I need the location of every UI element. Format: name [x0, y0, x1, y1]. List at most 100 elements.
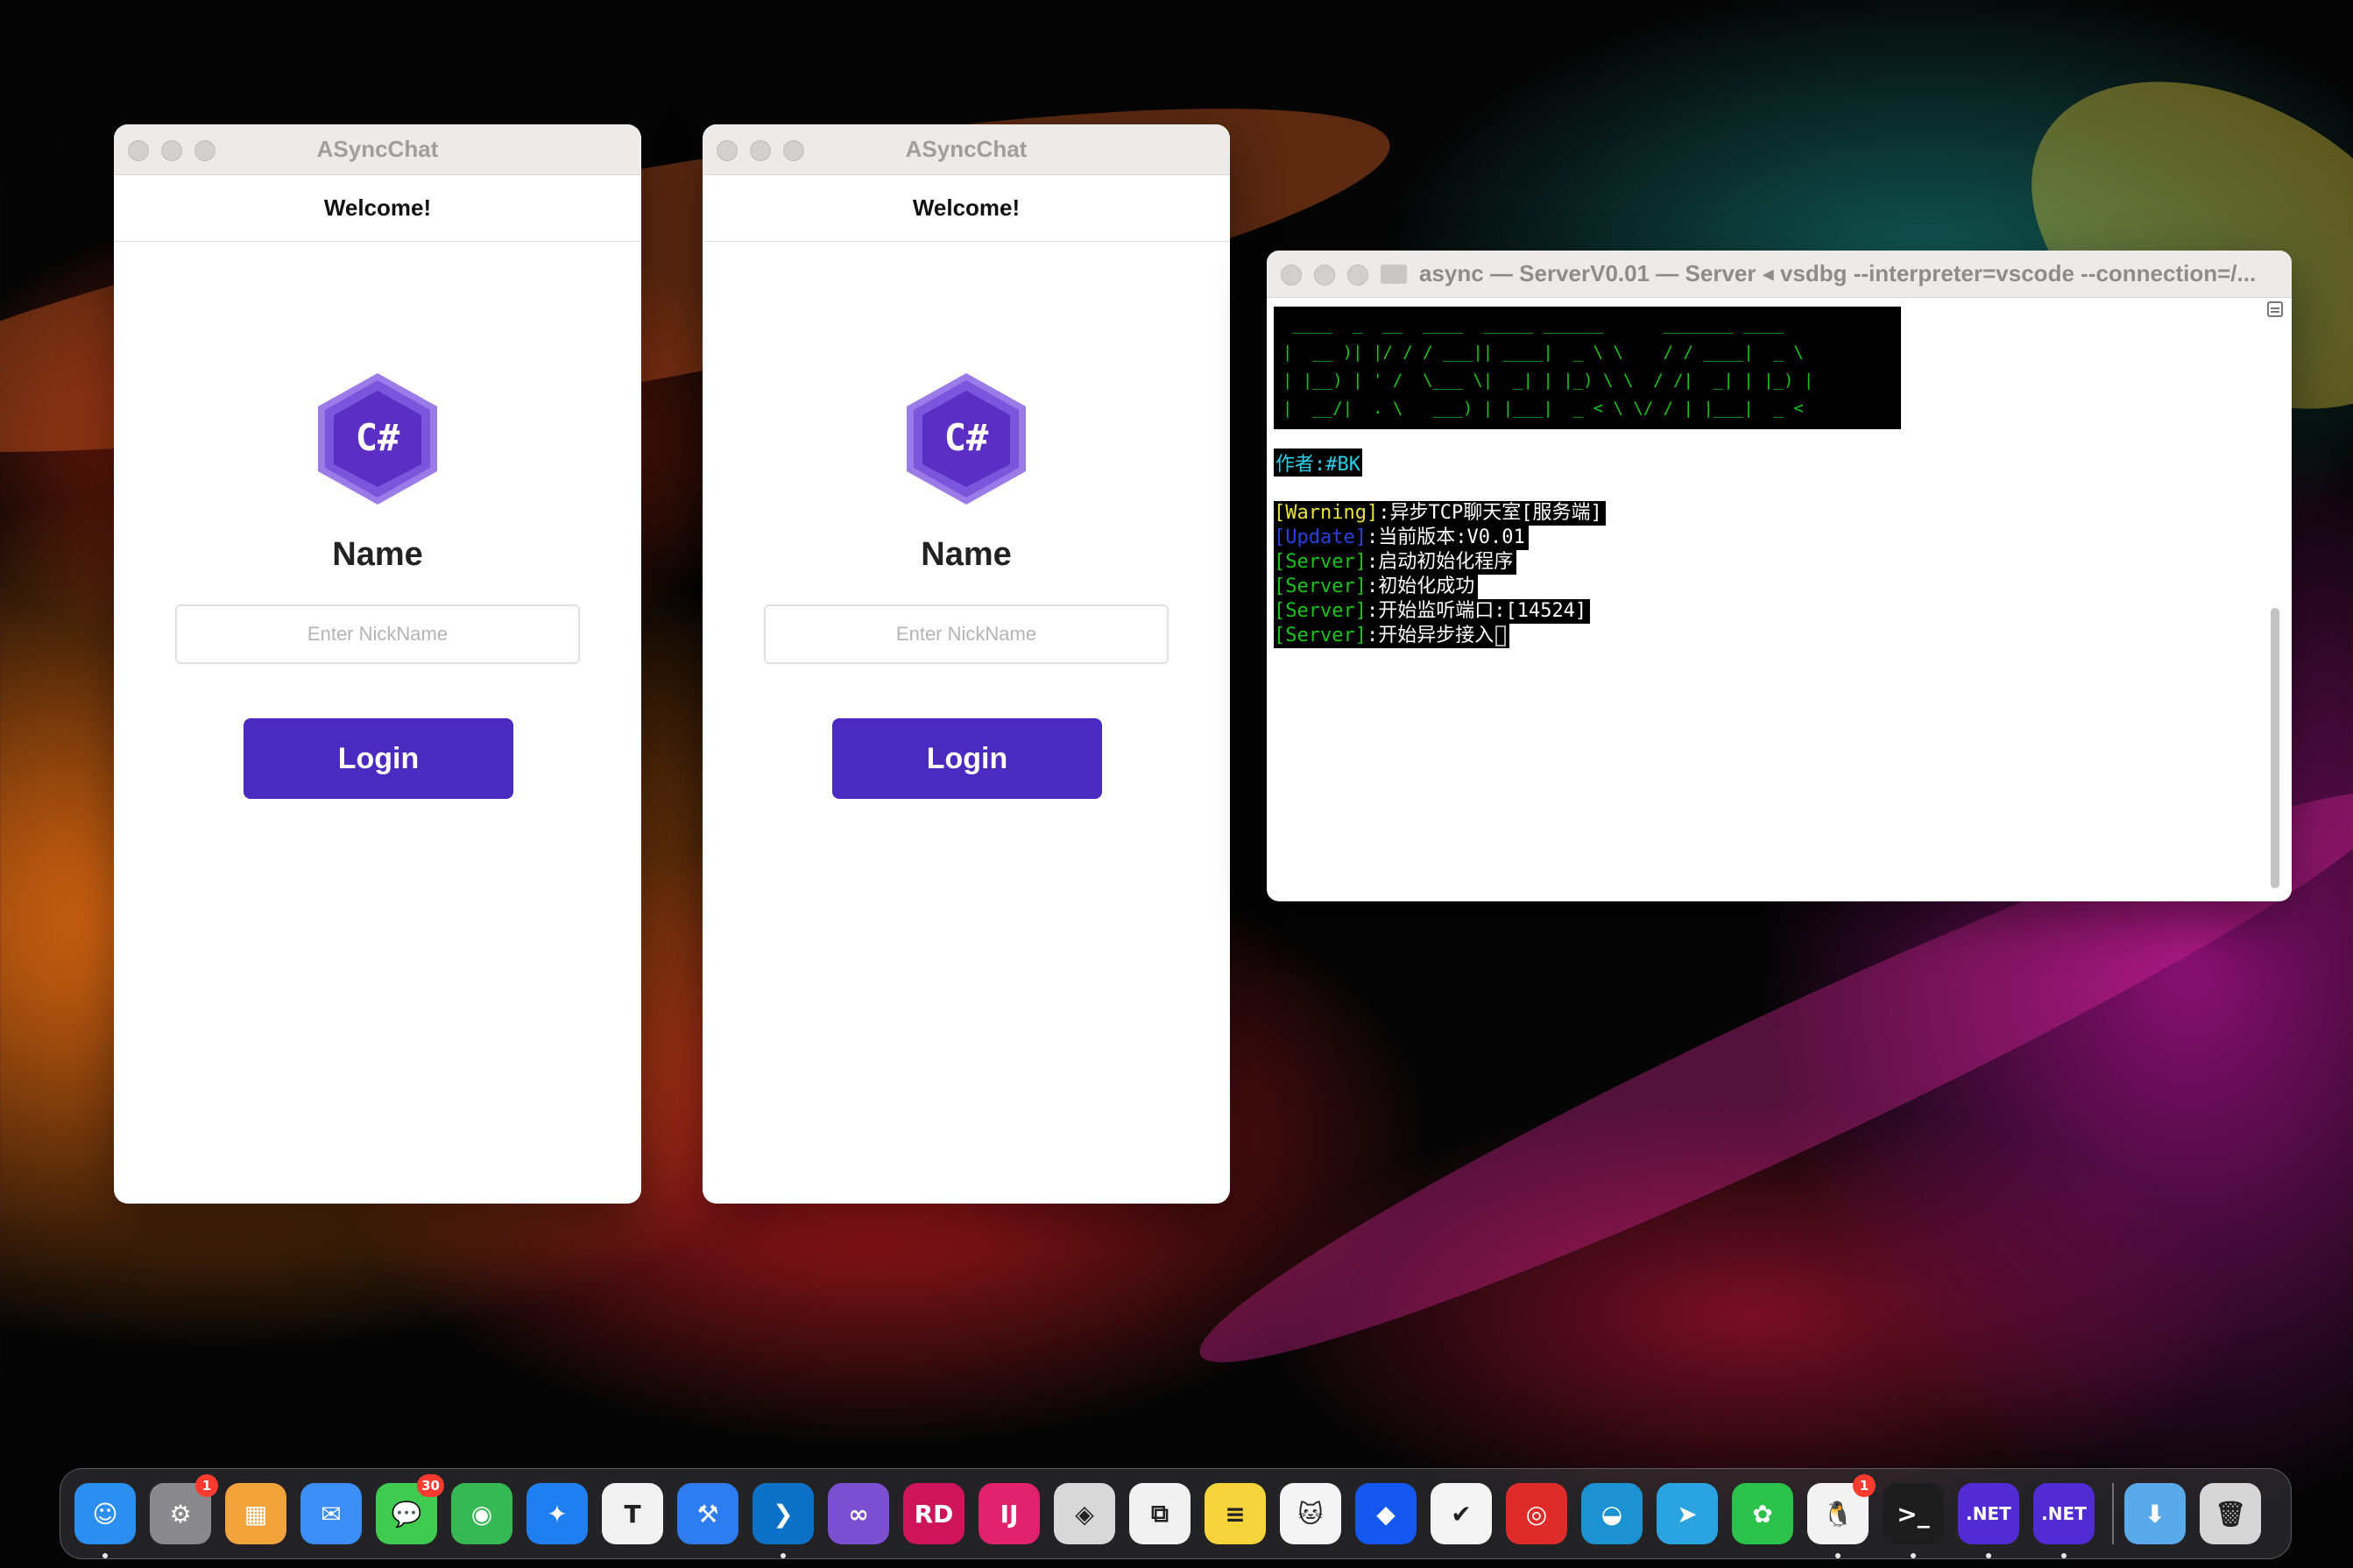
dock-intellij-icon[interactable]: IJ — [979, 1483, 1040, 1544]
text-cursor — [1495, 625, 1507, 646]
dock-separator — [2112, 1483, 2114, 1544]
log-lines: [Warning]:异步TCP聊天室[服务端] [Update]:当前版本:V0… — [1274, 501, 2285, 648]
log-tag: [Update] — [1274, 526, 1367, 548]
welcome-header: Welcome! — [703, 175, 1230, 242]
close-window-button[interactable] — [717, 140, 738, 161]
dock-rider-icon[interactable]: RD — [903, 1483, 965, 1544]
login-button[interactable]: Login — [832, 718, 1102, 799]
window-title: ASyncChat — [316, 136, 439, 162]
dock-trash-icon[interactable]: 🗑 — [2200, 1483, 2261, 1544]
log-line: [Server]:开始监听端口:[14524] — [1274, 599, 1591, 624]
log-text: :启动初始化程序 — [1366, 551, 1514, 573]
traffic-lights — [717, 140, 804, 161]
csharp-logo-icon: C# — [318, 373, 437, 505]
asyncchat-window-2: ASyncChat Welcome! C# Name Login — [703, 124, 1230, 1204]
traffic-lights — [128, 140, 216, 161]
log-tag: [Server] — [1274, 625, 1367, 646]
running-indicator — [1835, 1553, 1841, 1558]
name-heading: Name — [332, 536, 423, 573]
terminal-title: async — ServerV0.01 — Server ◂ vsdbg --i… — [1419, 260, 2257, 286]
dock-wechat-icon[interactable]: ✿ — [1732, 1483, 1793, 1544]
log-line: [Server]:初始化成功 — [1274, 575, 1479, 599]
dock-downloads-icon[interactable]: ⬇ — [2124, 1483, 2186, 1544]
running-indicator — [781, 1553, 786, 1558]
nickname-input[interactable] — [175, 604, 580, 664]
notification-badge: 1 — [195, 1474, 218, 1497]
scroll-thumb[interactable] — [2271, 608, 2279, 888]
dock-dotnet-1-icon[interactable]: .NET — [1958, 1483, 2019, 1558]
log-line: [Update]:当前版本:V0.01 — [1274, 526, 1529, 550]
notification-badge: 1 — [1853, 1474, 1876, 1497]
terminal-titlebar[interactable]: async — ServerV0.01 — Server ◂ vsdbg --i… — [1267, 251, 2292, 298]
folder-icon — [1381, 264, 1407, 284]
dock-qq-icon[interactable]: 🐧 1 — [1807, 1474, 1876, 1558]
window-titlebar[interactable]: ASyncChat — [703, 124, 1230, 175]
log-tag: [Server] — [1274, 551, 1367, 573]
dock-vscode-icon[interactable]: ❯ — [753, 1483, 814, 1558]
terminal-scrollbar[interactable] — [2265, 301, 2285, 897]
log-tag: [Warning] — [1274, 502, 1379, 524]
close-window-button[interactable] — [1281, 265, 1302, 286]
dock-find-my-icon[interactable]: ◉ — [451, 1483, 512, 1544]
dock-messages-icon[interactable]: 💬 30 — [376, 1474, 444, 1544]
running-indicator — [1986, 1553, 1991, 1558]
log-line: [Warning]:异步TCP聊天室[服务端] — [1274, 501, 1606, 526]
running-indicator — [102, 1553, 108, 1558]
zoom-window-button[interactable] — [783, 140, 804, 161]
login-button[interactable]: Login — [244, 718, 513, 799]
split-pane-icon[interactable] — [2267, 301, 2283, 317]
dock-cat-app-icon[interactable]: 🐱 — [1280, 1483, 1341, 1544]
login-panel: C# Name Login — [114, 242, 641, 1204]
log-text: :异步TCP聊天室[服务端] — [1378, 502, 1602, 524]
ascii-banner: ____ _ __ ____ _____ ______ _______ ____… — [1274, 307, 1901, 429]
dock-mail-icon[interactable]: ✉ — [300, 1483, 362, 1544]
dock-launchpad-icon[interactable]: ▦ — [225, 1483, 286, 1544]
dock-telegram-icon[interactable]: ➤ — [1657, 1483, 1718, 1544]
traffic-lights — [1281, 265, 1368, 286]
dock-terminal-icon[interactable]: >_ — [1883, 1483, 1944, 1558]
terminal-output[interactable]: ____ _ __ ____ _____ ______ _______ ____… — [1267, 298, 2292, 901]
nickname-input[interactable] — [764, 604, 1169, 664]
dock-lark-icon[interactable]: ◆ — [1355, 1483, 1417, 1544]
log-text: :开始异步接入 — [1366, 625, 1494, 646]
window-title: ASyncChat — [905, 136, 1028, 162]
welcome-header: Welcome! — [114, 175, 641, 242]
logo-text: C# — [944, 416, 989, 459]
log-tag: [Server] — [1274, 600, 1367, 622]
log-tag: [Server] — [1274, 576, 1367, 597]
logo-text: C# — [356, 416, 400, 459]
dock-netease-music-icon[interactable]: ◎ — [1506, 1483, 1567, 1544]
author-line: 作者:#BK — [1274, 449, 1362, 477]
dock-dotnet-2-icon[interactable]: .NET — [2033, 1483, 2095, 1558]
log-line: [Server]:启动初始化程序 — [1274, 550, 1517, 575]
dock-parallels-icon[interactable]: ⧉ — [1129, 1483, 1191, 1544]
csharp-logo-icon: C# — [907, 373, 1026, 505]
dock: ☺ ⚙ 1 ▦ ✉ 💬 30 ◉ ✦ T ⚒ ❯ ∞ RD IJ ◈ ⧉ ≡ 🐱 ◆ ✔ ◎ ◒ ➤ ✿ 🐧 1 >_ .NET .NET… — [60, 1468, 2292, 1559]
minimize-window-button[interactable] — [161, 140, 182, 161]
asyncchat-window-1: ASyncChat Welcome! C# Name Login — [114, 124, 641, 1204]
window-titlebar[interactable]: ASyncChat — [114, 124, 641, 175]
dock-typora-icon[interactable]: T — [602, 1483, 663, 1544]
name-heading: Name — [921, 536, 1012, 573]
login-panel: C# Name Login — [703, 242, 1230, 1204]
running-indicator — [2061, 1553, 2067, 1558]
minimize-window-button[interactable] — [750, 140, 771, 161]
log-text: :当前版本:V0.01 — [1366, 526, 1525, 548]
log-text: :开始监听端口:[14524] — [1366, 600, 1587, 622]
zoom-window-button[interactable] — [194, 140, 216, 161]
close-window-button[interactable] — [128, 140, 149, 161]
log-text: :初始化成功 — [1366, 576, 1475, 597]
dock-edge-icon[interactable]: ◒ — [1581, 1483, 1643, 1544]
running-indicator — [1911, 1553, 1916, 1558]
dock-xcode-icon[interactable]: ⚒ — [677, 1483, 738, 1544]
dock-notes-icon[interactable]: ≡ — [1205, 1483, 1266, 1544]
terminal-window: async — ServerV0.01 — Server ◂ vsdbg --i… — [1267, 251, 2292, 901]
dock-safari-icon[interactable]: ✦ — [526, 1483, 588, 1544]
zoom-window-button[interactable] — [1347, 265, 1368, 286]
dock-system-settings-icon[interactable]: ⚙ 1 — [150, 1474, 218, 1544]
dock-finder-icon[interactable]: ☺ — [74, 1483, 136, 1558]
dock-tick-tick-icon[interactable]: ✔ — [1431, 1483, 1492, 1544]
minimize-window-button[interactable] — [1314, 265, 1335, 286]
dock-unity-icon[interactable]: ◈ — [1054, 1483, 1115, 1544]
dock-visual-studio-icon[interactable]: ∞ — [828, 1483, 889, 1544]
